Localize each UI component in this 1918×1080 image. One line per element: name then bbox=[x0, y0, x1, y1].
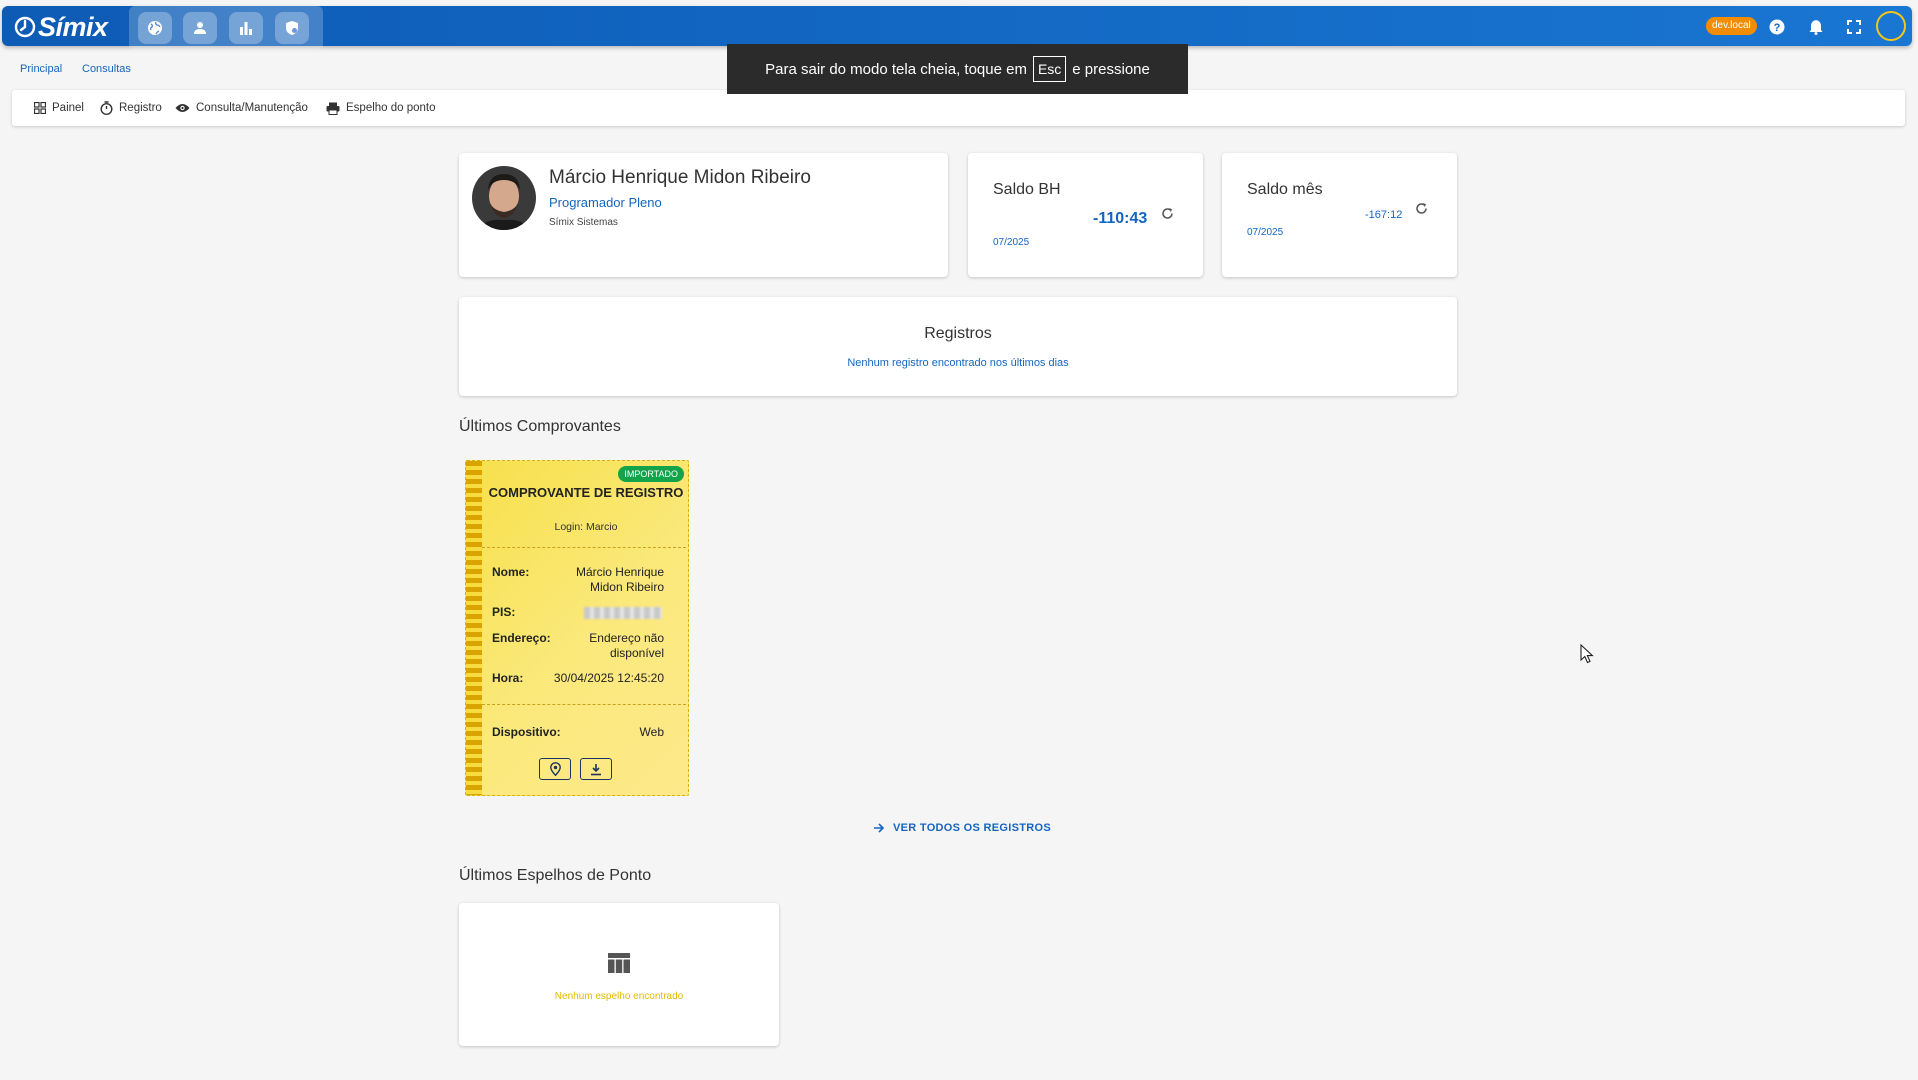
registros-empty-message: Nenhum registro encontrado nos últimos d… bbox=[847, 357, 1069, 369]
menu-registro-label: Registro bbox=[119, 102, 162, 114]
menu-consulta-manutencao[interactable]: Consulta/Manutenção bbox=[175, 90, 308, 126]
receipt-divider bbox=[482, 704, 686, 705]
fullscreen-exit-toast: Para sair do modo tela cheia, toque em E… bbox=[727, 44, 1188, 94]
globe-module-button[interactable] bbox=[138, 12, 172, 44]
profile-card: Márcio Henrique Midon Ribeiro Programado… bbox=[459, 153, 948, 277]
saldo-bh-card: Saldo BH -110:43 07/2025 bbox=[968, 153, 1203, 277]
eye-icon bbox=[175, 104, 190, 112]
mouse-cursor-icon bbox=[1580, 644, 1594, 664]
receipt-endereco-label: Endereço: bbox=[492, 631, 551, 645]
esc-key-hint: Esc bbox=[1032, 56, 1067, 82]
status-badge: IMPORTADO bbox=[618, 466, 684, 482]
profile-company: Símix Sistemas bbox=[549, 217, 618, 228]
profile-role: Programador Pleno bbox=[549, 195, 662, 210]
menu-consulta-label: Consulta/Manutenção bbox=[196, 102, 308, 114]
notifications-button[interactable] bbox=[1806, 17, 1826, 37]
arrow-right-icon bbox=[874, 823, 885, 833]
stopwatch-icon bbox=[100, 101, 113, 115]
bell-icon bbox=[1809, 20, 1823, 35]
help-icon: ? bbox=[1769, 19, 1785, 35]
receipt-divider bbox=[482, 547, 686, 548]
receipt-login: Login: Marcio bbox=[554, 521, 618, 533]
registros-title: Registros bbox=[924, 325, 992, 342]
menu-painel-label: Painel bbox=[52, 102, 84, 114]
fullscreen-icon bbox=[1847, 20, 1861, 34]
user-module-button[interactable] bbox=[183, 12, 217, 44]
ver-todos-registros-link[interactable]: VER TODOS OS REGISTROS bbox=[873, 822, 1051, 834]
download-button[interactable] bbox=[580, 758, 612, 780]
receipt-nome-label: Nome: bbox=[492, 565, 530, 579]
printer-icon bbox=[326, 102, 340, 115]
refresh-icon[interactable] bbox=[1415, 202, 1428, 215]
profile-photo bbox=[472, 166, 536, 230]
security-module-button[interactable] bbox=[275, 12, 309, 44]
module-switcher bbox=[129, 6, 323, 50]
saldo-bh-value: -110:43 bbox=[1093, 210, 1148, 227]
receipt-nome-value: Márcio Henrique Midon Ribeiro bbox=[575, 565, 664, 594]
registros-card: Registros Nenhum registro encontrado nos… bbox=[459, 297, 1457, 396]
receipt-card: IMPORTADO COMPROVANTE DE REGISTRO Login:… bbox=[465, 460, 689, 796]
receipt-pis-redacted bbox=[584, 607, 662, 619]
menu-espelho-label: Espelho do ponto bbox=[346, 102, 436, 114]
saldo-mes-date: 07/2025 bbox=[1247, 227, 1284, 238]
breadcrumb-principal[interactable]: Principal bbox=[20, 63, 62, 75]
profile-name: Márcio Henrique Midon Ribeiro bbox=[549, 167, 811, 188]
saldo-mes-title: Saldo mês bbox=[1247, 181, 1323, 198]
app-logo[interactable]: Símix bbox=[14, 12, 108, 42]
user-avatar-button[interactable] bbox=[1876, 11, 1906, 41]
logo-text: Símix bbox=[38, 12, 108, 42]
bar-chart-icon bbox=[240, 22, 252, 35]
download-icon bbox=[591, 763, 601, 775]
menu-painel[interactable]: Painel bbox=[34, 90, 84, 126]
receipt-endereco-value: Endereço não disponível bbox=[589, 631, 664, 660]
toast-text-after: e pressione bbox=[1072, 60, 1150, 78]
globe-icon bbox=[148, 21, 162, 35]
map-pin-icon bbox=[549, 762, 561, 776]
module-menu-bar: Painel Registro Consulta/Manutenção Espe… bbox=[12, 90, 1905, 126]
espelhos-card: Nenhum espelho encontrado bbox=[459, 903, 779, 1046]
saldo-mes-value: -167:12 bbox=[1365, 209, 1403, 221]
person-icon bbox=[194, 22, 206, 34]
toast-text-before: Para sair do modo tela cheia, toque em bbox=[765, 60, 1027, 78]
menu-espelho-do-ponto[interactable]: Espelho do ponto bbox=[326, 90, 436, 126]
saldo-bh-title: Saldo BH bbox=[993, 181, 1061, 198]
help-button[interactable]: ? bbox=[1767, 17, 1787, 37]
shield-icon bbox=[286, 21, 298, 35]
svg-text:?: ? bbox=[1774, 22, 1781, 34]
grid-icon bbox=[34, 102, 46, 114]
breadcrumb-consultas[interactable]: Consultas bbox=[82, 63, 131, 75]
saldo-mes-card: Saldo mês -167:12 07/2025 bbox=[1222, 153, 1457, 277]
receipt-hora-label: Hora: bbox=[492, 671, 524, 685]
receipt-dispositivo-value: Web bbox=[639, 725, 664, 739]
receipt-title: COMPROVANTE DE REGISTRO bbox=[488, 485, 684, 500]
receipt-perforation bbox=[466, 461, 482, 795]
fullscreen-button[interactable] bbox=[1844, 17, 1864, 37]
reports-module-button[interactable] bbox=[229, 12, 263, 44]
menu-registro[interactable]: Registro bbox=[100, 90, 162, 126]
ver-todos-label: VER TODOS OS REGISTROS bbox=[893, 822, 1051, 834]
receipt-pis-label: PIS: bbox=[492, 605, 516, 619]
espelhos-section-title: Últimos Espelhos de Ponto bbox=[459, 867, 652, 884]
saldo-bh-date: 07/2025 bbox=[993, 237, 1030, 248]
top-app-bar: Símix dev.local ? bbox=[2, 6, 1912, 50]
environment-badge: dev.local bbox=[1706, 17, 1757, 35]
table-icon bbox=[608, 953, 630, 973]
comprovantes-section-title: Últimos Comprovantes bbox=[459, 418, 621, 435]
location-button[interactable] bbox=[539, 758, 571, 780]
clock-logo-icon bbox=[14, 16, 36, 38]
refresh-icon[interactable] bbox=[1161, 207, 1174, 220]
receipt-dispositivo-label: Dispositivo: bbox=[492, 725, 561, 739]
espelhos-empty-message: Nenhum espelho encontrado bbox=[554, 991, 684, 1002]
receipt-hora-value: 30/04/2025 12:45:20 bbox=[553, 671, 664, 685]
